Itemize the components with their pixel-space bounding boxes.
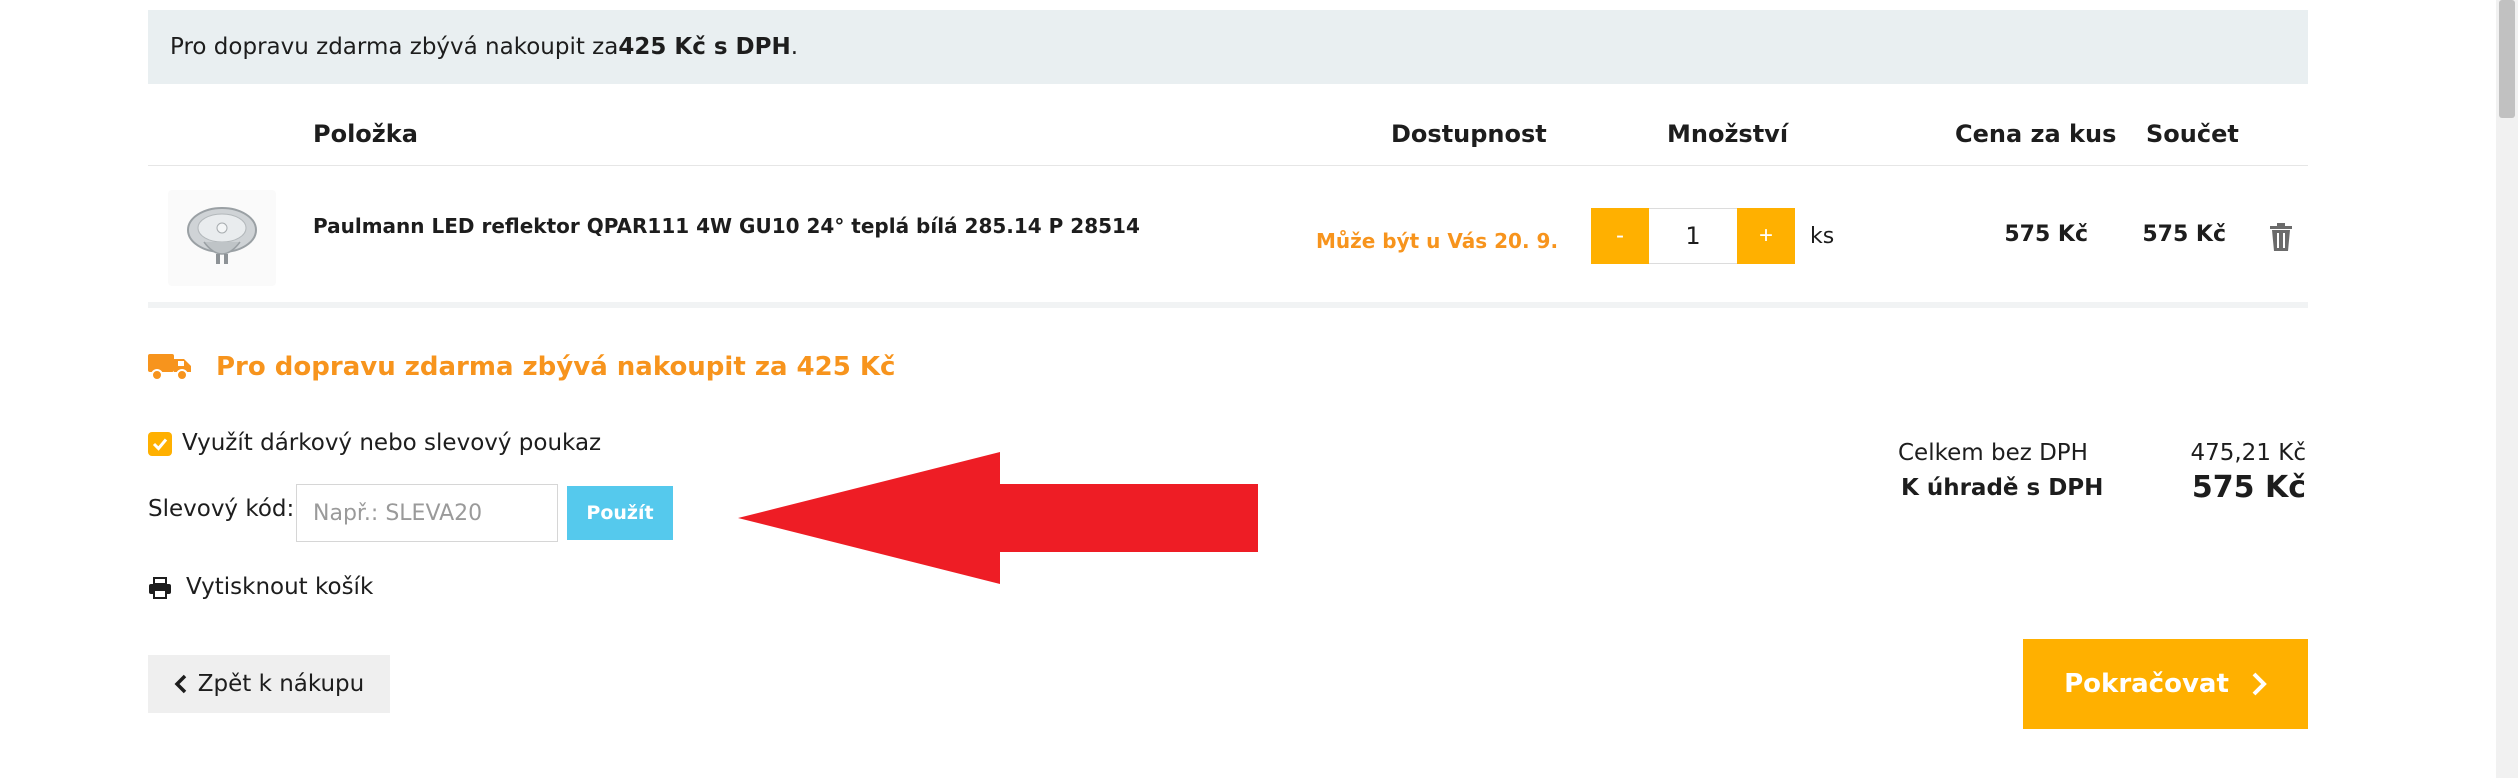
quantity-decrease-button[interactable]: -: [1591, 208, 1649, 264]
check-icon: [152, 438, 168, 451]
total-to-pay-label: K úhradě s DPH: [1901, 475, 2104, 501]
voucher-checkbox-label[interactable]: Využít dárkový nebo slevový poukaz: [182, 430, 601, 456]
led-reflector-image: [187, 207, 257, 264]
header-availability: Dostupnost: [1391, 120, 1547, 148]
header-divider: [148, 165, 2308, 166]
total-without-vat-label: Celkem bez DPH: [1898, 440, 2088, 466]
continue-button[interactable]: Pokračovat: [2023, 639, 2308, 729]
row-divider: [148, 302, 2308, 308]
availability-status: Může být u Vás 20. 9.: [1316, 229, 1559, 253]
back-label: Zpět k nákupu: [197, 671, 365, 697]
unit-price: 575 Kč: [2004, 222, 2088, 247]
print-cart-link[interactable]: [148, 576, 172, 600]
chevron-left-icon: [174, 674, 186, 694]
trash-icon: [2270, 223, 2292, 251]
notice-amount: 425 Kč s DPH: [618, 34, 791, 60]
apply-code-button[interactable]: Použít: [567, 486, 673, 540]
back-to-shopping-button[interactable]: Zpět k nákupu: [148, 655, 390, 713]
quantity-increase-button[interactable]: +: [1737, 208, 1795, 264]
row-total: 575 Kč: [2142, 222, 2226, 247]
header-unit-price: Cena za kus: [1955, 120, 2117, 148]
chevron-right-icon: [2252, 672, 2267, 696]
notice-prefix: Pro dopravu zdarma zbývá nakoupit za: [170, 34, 619, 60]
quantity-unit: ks: [1810, 224, 1835, 249]
voucher-checkbox[interactable]: [148, 432, 172, 456]
header-quantity: Množství: [1667, 120, 1789, 148]
free-shipping-remaining: Pro dopravu zdarma zbývá nakoupit za 425…: [216, 352, 896, 382]
annotation-arrow: [738, 452, 1258, 584]
quantity-input[interactable]: [1649, 208, 1737, 264]
delivery-truck-icon: [148, 350, 192, 382]
header-total: Součet: [2146, 120, 2239, 148]
remove-item-button[interactable]: [2268, 222, 2294, 252]
discount-code-input[interactable]: [296, 484, 558, 542]
notice-suffix: .: [790, 34, 799, 60]
total-without-vat-value: 475,21 Kč: [2190, 440, 2306, 466]
page-scrollbar-thumb[interactable]: [2499, 0, 2515, 118]
total-to-pay-value: 575 Kč: [2191, 470, 2306, 505]
discount-code-label: Slevový kód:: [148, 496, 295, 522]
header-item: Položka: [313, 120, 418, 148]
printer-icon: [149, 577, 171, 599]
free-shipping-notice: Pro dopravu zdarma zbývá nakoupit za 425…: [148, 10, 2308, 84]
product-thumbnail[interactable]: [168, 190, 276, 286]
continue-label: Pokračovat: [2064, 669, 2229, 699]
product-name-link[interactable]: Paulmann LED reflektor QPAR111 4W GU10 2…: [313, 214, 1140, 238]
print-cart-label[interactable]: Vytisknout košík: [186, 574, 373, 600]
